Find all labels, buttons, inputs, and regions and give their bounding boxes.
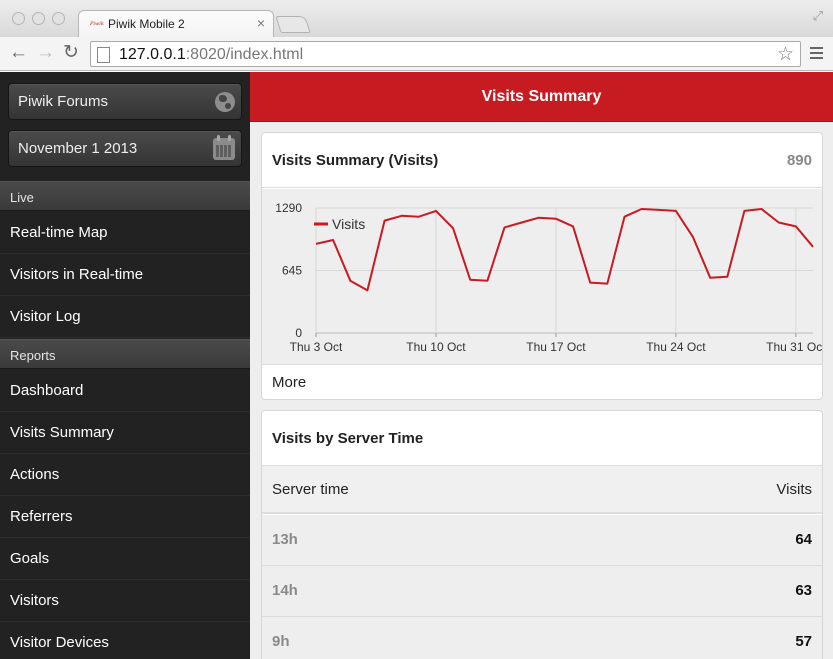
- sidebar-item-label: Actions: [10, 466, 60, 483]
- new-tab-button[interactable]: [275, 16, 311, 33]
- y-tick-label: 645: [282, 264, 302, 278]
- x-tick-label: Thu 3 Oct: [290, 340, 343, 354]
- row-time: 14h: [272, 582, 298, 599]
- site-selector-label: Piwik Forums: [18, 93, 109, 110]
- sidebar-item-label: Visitor Devices: [10, 634, 109, 651]
- x-tick-label: Thu 24 Oct: [646, 340, 706, 354]
- url-text: 127.0.0.1:8020/index.html: [119, 46, 303, 64]
- page-title: Visits Summary: [481, 88, 602, 105]
- series-line-visits: [315, 208, 814, 292]
- sidebar-item-label: Dashboard: [10, 382, 84, 399]
- window-zoom-button[interactable]: [52, 12, 65, 25]
- piwik-favicon-icon: Piwik: [90, 21, 104, 27]
- table-row[interactable]: 9h 57: [262, 617, 822, 659]
- app-header: Visits Summary: [250, 72, 833, 122]
- window-minimize-button[interactable]: [32, 12, 45, 25]
- url-path: :8020/index.html: [185, 46, 304, 63]
- bookmark-star-icon[interactable]: ☆: [777, 43, 794, 66]
- sidebar-item-real-time-map[interactable]: Real-time Map: [0, 212, 250, 254]
- browser-toolbar: ← → ↻ 127.0.0.1:8020/index.html ☆: [0, 37, 833, 71]
- tab-title: Piwik Mobile 2: [108, 17, 185, 31]
- sidebar-item-actions[interactable]: Actions: [0, 454, 250, 496]
- site-selector-button[interactable]: Piwik Forums: [8, 83, 242, 120]
- sidebar-item-label: Visits Summary: [10, 424, 114, 441]
- x-tick-label: Thu 17 Oct: [526, 340, 586, 354]
- table-row[interactable]: 13h 64: [262, 515, 822, 566]
- fullscreen-icon[interactable]: ⤢: [813, 8, 823, 24]
- row-visits: 57: [795, 633, 812, 650]
- column-header-server-time: Server time: [272, 481, 349, 498]
- window-close-button[interactable]: [12, 12, 25, 25]
- section-live: Live: [0, 181, 250, 211]
- x-tick-label: Thu 31 Oct: [766, 340, 822, 354]
- main-content: Visits Summary Visits Summary (Visits) 8…: [250, 72, 833, 659]
- sidebar-item-label: Referrers: [10, 508, 73, 525]
- table-header: Server time Visits: [262, 466, 822, 514]
- address-bar[interactable]: 127.0.0.1:8020/index.html ☆: [90, 41, 801, 67]
- visits-chart: 0 645 1290 Thu 3 Oct Thu 10 Oct Thu 17 Oct Thu…: [262, 189, 826, 364]
- forward-arrow-icon[interactable]: →: [36, 42, 55, 64]
- legend-label: Visits: [332, 216, 365, 232]
- y-tick-label: 0: [295, 326, 302, 340]
- sidebar-item-visitor-log[interactable]: Visitor Log: [0, 296, 250, 338]
- date-selector-label: November 1 2013: [18, 140, 138, 157]
- globe-icon: [215, 92, 235, 112]
- calendar-icon: [213, 135, 235, 160]
- row-time: 9h: [272, 633, 290, 650]
- more-label: More: [272, 374, 307, 391]
- row-time: 13h: [272, 531, 298, 548]
- x-tick-label: Thu 10 Oct: [406, 340, 466, 354]
- reload-icon[interactable]: ↻: [63, 42, 79, 64]
- sidebar-item-label: Visitor Log: [10, 308, 81, 325]
- sidebar-item-visitors[interactable]: Visitors: [0, 580, 250, 622]
- date-selector-button[interactable]: November 1 2013: [8, 130, 242, 167]
- sidebar-item-referrers[interactable]: Referrers: [0, 496, 250, 538]
- visits-summary-card: Visits Summary (Visits) 890 0 645 1290 Thu …: [261, 132, 826, 400]
- browser-titlebar: Piwik Piwik Mobile 2 × ⤢: [0, 0, 833, 38]
- sidebar-item-label: Visitors in Real-time: [10, 266, 144, 283]
- visits-line-chart: 0 645 1290 Thu 3 Oct Thu 10 Oct Thu 17 Oct Thu…: [275, 201, 826, 354]
- sidebar-item-visitor-devices[interactable]: Visitor Devices: [0, 622, 250, 659]
- card-header: Visits by Server Time: [262, 411, 822, 466]
- server-time-card: Visits by Server Time Server time Visits…: [261, 410, 823, 659]
- row-visits: 63: [795, 582, 812, 599]
- sidebar-item-visitors-in-real-time[interactable]: Visitors in Real-time: [0, 254, 250, 296]
- sidebar-item-label: Real-time Map: [10, 224, 108, 241]
- sidebar: Piwik Forums November 1 2013 Live Real-t…: [0, 72, 250, 659]
- section-reports: Reports: [0, 339, 250, 369]
- section-live-title: Live: [10, 190, 34, 205]
- sidebar-item-goals[interactable]: Goals: [0, 538, 250, 580]
- card-title: Visits by Server Time: [272, 430, 424, 447]
- back-arrow-icon[interactable]: ←: [9, 42, 28, 64]
- more-button[interactable]: More: [262, 364, 822, 399]
- row-visits: 64: [795, 531, 812, 548]
- card-total: 890: [786, 152, 812, 169]
- column-header-visits: Visits: [776, 481, 812, 498]
- url-host: 127.0.0.1: [119, 46, 186, 63]
- browser-tab[interactable]: Piwik Piwik Mobile 2 ×: [78, 10, 274, 38]
- sidebar-item-label: Goals: [10, 550, 50, 567]
- y-tick-label: 1290: [275, 201, 302, 215]
- chrome-menu-icon[interactable]: [810, 47, 823, 62]
- section-reports-title: Reports: [10, 348, 56, 363]
- card-header: Visits Summary (Visits) 890: [262, 133, 822, 188]
- page-icon: [97, 47, 110, 63]
- sidebar-item-dashboard[interactable]: Dashboard: [0, 370, 250, 412]
- table-row[interactable]: 14h 63: [262, 566, 822, 617]
- sidebar-item-label: Visitors: [10, 592, 59, 609]
- sidebar-item-visits-summary[interactable]: Visits Summary: [0, 412, 250, 454]
- tab-close-icon[interactable]: ×: [257, 15, 265, 31]
- card-title: Visits Summary (Visits): [272, 152, 439, 169]
